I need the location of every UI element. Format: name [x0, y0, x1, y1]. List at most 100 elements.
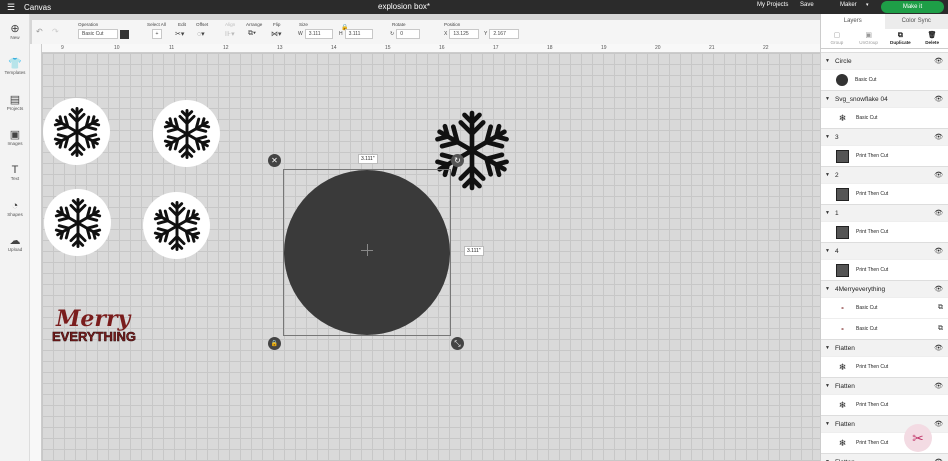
layer-item[interactable]: ≋ Basic Cut ⧉	[821, 318, 948, 339]
layer-item[interactable]: Print Then Cut	[821, 221, 948, 242]
eye-icon[interactable]: 👁	[934, 420, 943, 428]
layer-thumbnail: ≋	[841, 327, 844, 331]
lock-handle-icon[interactable]: 🔒	[268, 337, 281, 350]
align-icon: ⊪▾	[225, 31, 235, 38]
arrange-button[interactable]: ⧉▾	[248, 29, 256, 39]
chevron-down-icon[interactable]: ▼	[825, 248, 830, 254]
delete-button[interactable]: 🗑 Delete	[916, 29, 948, 48]
chevron-down-icon[interactable]: ▼	[825, 421, 830, 427]
ruler-tick: 14	[331, 45, 337, 51]
tab-layers[interactable]: Layers	[821, 14, 885, 29]
delete-handle-icon[interactable]: ✕	[268, 154, 281, 167]
layer-item[interactable]: ❄ Print Then Cut	[821, 356, 948, 377]
tab-color-sync[interactable]: Color Sync	[885, 14, 948, 29]
group-button[interactable]: ▢ Group	[821, 29, 853, 48]
chevron-down-icon[interactable]: ▼	[825, 345, 830, 351]
sidebar-item-shapes[interactable]: ◔ Shapes	[0, 200, 30, 217]
chevron-down-icon[interactable]: ▼	[825, 172, 830, 178]
eye-icon[interactable]: 👁	[934, 285, 943, 293]
my-projects-link[interactable]: My Projects	[757, 2, 788, 8]
chevron-down-icon[interactable]: ▾	[866, 2, 869, 8]
edit-button[interactable]: ✂▾	[175, 29, 184, 39]
snowflake-circle-2[interactable]	[153, 100, 220, 167]
layer-operation: Basic Cut	[856, 326, 878, 332]
width-dimension-label: 3.111"	[358, 154, 378, 164]
eye-icon[interactable]: 👁	[934, 382, 943, 390]
help-icon[interactable]: ✂	[904, 424, 932, 452]
duplicate-button[interactable]: ⧉ Duplicate	[885, 29, 917, 48]
layer-item[interactable]: ❄ Print Then Cut	[821, 394, 948, 415]
chevron-down-icon[interactable]: ▼	[825, 134, 830, 140]
eye-icon[interactable]: 👁	[934, 209, 943, 217]
snowflake-circle-1[interactable]	[43, 98, 110, 165]
sidebar-item-new[interactable]: ⊕ New	[0, 23, 30, 40]
rotate-icon[interactable]: ↻	[451, 154, 464, 167]
layer-group[interactable]: ▼ 4Merryeverything 👁	[821, 280, 948, 297]
color-swatch[interactable]	[120, 29, 129, 39]
save-button[interactable]: Save	[800, 2, 814, 8]
x-position-field[interactable]: X 13.125	[444, 29, 480, 39]
ruler-tick: 17	[493, 45, 499, 51]
hide-contour-icon[interactable]: ⧉	[938, 325, 943, 333]
redo-icon[interactable]: ↷	[52, 27, 59, 36]
layer-thumbnail	[836, 74, 848, 86]
chevron-down-icon[interactable]: ▼	[825, 58, 830, 64]
width-field[interactable]: W 3.111	[298, 29, 333, 39]
layer-group[interactable]: ▼Flatten👁	[821, 339, 948, 356]
layer-group[interactable]: ▼ 3 👁	[821, 128, 948, 145]
sidebar-item-projects[interactable]: ▤ Projects	[0, 94, 30, 111]
layer-group[interactable]: ▼ 1 👁	[821, 204, 948, 221]
arrange-icon: ⧉▾	[248, 30, 256, 37]
hide-contour-icon[interactable]: ⧉	[938, 304, 943, 312]
snowflake-circle-3[interactable]	[44, 189, 111, 256]
sidebar-item-text[interactable]: T Text	[0, 164, 30, 181]
offset-button[interactable]: ◌▾	[197, 29, 205, 39]
shirt-icon: 👕	[8, 58, 22, 70]
scissors-icon: ✂▾	[175, 31, 185, 38]
layer-group[interactable]: ▼ 4 👁	[821, 242, 948, 259]
trash-icon: 🗑	[927, 32, 937, 39]
layer-item[interactable]: Basic Cut	[821, 69, 948, 90]
sidebar-item-upload[interactable]: ☁ Upload	[0, 235, 30, 252]
snowflake-circle-4[interactable]	[143, 192, 210, 259]
rotate-field[interactable]: ↻ 0	[390, 29, 421, 39]
height-field[interactable]: H 3.111	[339, 29, 373, 39]
operation-select[interactable]: Basic Cut	[78, 29, 129, 39]
merry-everything-text[interactable]: Merry EVERYTHING	[52, 308, 137, 353]
eye-icon[interactable]: 👁	[934, 95, 943, 103]
sidebar-item-images[interactable]: ▣ Images	[0, 129, 30, 146]
chevron-down-icon[interactable]: ▼	[825, 383, 830, 389]
eye-icon[interactable]: 👁	[934, 247, 943, 255]
select-all-button[interactable]: +	[152, 29, 162, 39]
layer-item[interactable]: Print Then Cut	[821, 145, 948, 166]
sidebar-item-templates[interactable]: 👕 Templates	[0, 58, 30, 75]
ruler-tick: 21	[709, 45, 715, 51]
y-position-field[interactable]: Y 2.167	[484, 29, 520, 39]
layer-item[interactable]: ≋ Basic Cut ⧉	[821, 297, 948, 318]
layer-item[interactable]: Print Then Cut	[821, 259, 948, 280]
align-button[interactable]: ⊪▾	[225, 29, 235, 39]
hamburger-icon[interactable]: ☰	[4, 0, 18, 14]
machine-select[interactable]: Maker	[840, 2, 857, 8]
eye-icon[interactable]: 👁	[934, 171, 943, 179]
eye-icon[interactable]: 👁	[934, 344, 943, 352]
sidebar-item-label: Text	[10, 176, 20, 181]
layer-group[interactable]: ▼Flatten👁	[821, 453, 948, 461]
layer-group[interactable]: ▼ 2 👁	[821, 166, 948, 183]
undo-icon[interactable]: ↶	[36, 27, 43, 36]
chevron-down-icon[interactable]: ▼	[825, 210, 830, 216]
chevron-down-icon[interactable]: ▼	[825, 96, 830, 102]
layer-item[interactable]: Print Then Cut	[821, 183, 948, 204]
chevron-down-icon[interactable]: ▼	[825, 286, 830, 292]
flip-button[interactable]: ⋈▾	[271, 29, 282, 39]
ungroup-button[interactable]: ▣ UnGroup	[853, 29, 885, 48]
layer-group[interactable]: ▼Flatten👁	[821, 377, 948, 394]
layer-item[interactable]: ❄ Basic Cut	[821, 107, 948, 128]
make-it-button[interactable]: Make it	[881, 1, 944, 13]
eye-icon[interactable]: 👁	[934, 57, 943, 65]
layer-group[interactable]: ▼ Svg_snowflake 04 👁	[821, 90, 948, 107]
horizontal-ruler: 9 10 11 12 13 14 15 16 17 18 19 20 21 22	[42, 44, 820, 53]
resize-handle-icon[interactable]: ⤡	[451, 337, 464, 350]
layer-group[interactable]: ▼ Circle 👁	[821, 52, 948, 69]
eye-icon[interactable]: 👁	[934, 133, 943, 141]
